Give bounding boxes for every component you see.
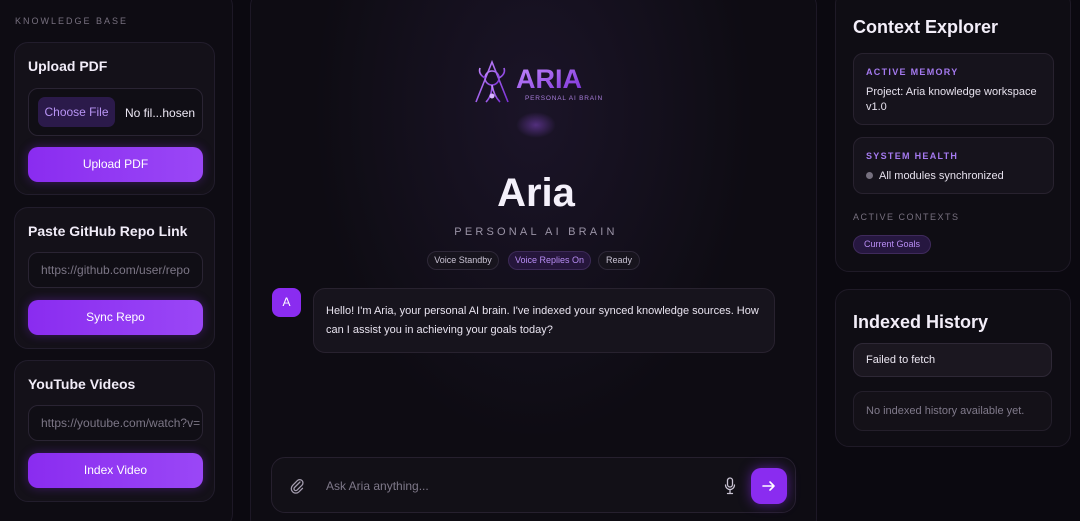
arrow-right-icon <box>762 481 775 491</box>
message-input[interactable]: Ask Aria anything... <box>326 458 429 514</box>
context-explorer-title: Context Explorer <box>853 17 999 37</box>
system-health-text: All modules synchronized <box>879 170 1004 182</box>
youtube-videos-card: YouTube Videos https://youtube.com/watch… <box>14 360 215 502</box>
file-picker[interactable]: Choose File No fil...hosen <box>28 88 203 136</box>
logo-glow <box>516 112 556 138</box>
ready-pill: Ready <box>598 251 640 270</box>
context-chip-current-goals[interactable]: Current Goals <box>853 235 932 254</box>
upload-pdf-title: Upload PDF <box>28 58 108 74</box>
youtube-videos-title: YouTube Videos <box>28 376 136 392</box>
send-button[interactable] <box>751 468 787 504</box>
indexed-history-title: Indexed History <box>853 312 989 332</box>
logo-tagline: PERSONAL AI BRAIN <box>525 95 603 102</box>
microphone-icon[interactable] <box>724 477 736 495</box>
youtube-url-input[interactable]: https://youtube.com/watch?v= <box>28 405 203 441</box>
voice-standby-pill: Voice Standby <box>427 251 499 270</box>
aria-logo: ARIA PERSONAL AI BRAIN <box>475 59 603 103</box>
app-root: KNOWLEDGE BASE Upload PDF Choose File No… <box>0 0 1080 521</box>
active-contexts-label: ACTIVE CONTEXTS <box>853 212 960 222</box>
sync-repo-button[interactable]: Sync Repo <box>28 300 203 335</box>
system-health-status: All modules synchronized <box>866 169 1046 184</box>
system-health-card: SYSTEM HEALTH All modules synchronized <box>853 137 1054 194</box>
selected-file-name: No fil...hosen <box>125 106 196 120</box>
active-memory-label: ACTIVE MEMORY <box>866 67 959 77</box>
choose-file-button[interactable]: Choose File <box>38 97 115 127</box>
knowledge-base-title: KNOWLEDGE BASE <box>15 16 129 26</box>
active-memory-text: Project: Aria knowledge workspace v1.0 <box>866 86 1037 113</box>
history-empty-state: No indexed history available yet. <box>853 391 1052 431</box>
indexed-history-panel: Indexed History Failed to fetch No index… <box>835 289 1071 447</box>
history-error-message: Failed to fetch <box>853 343 1052 377</box>
system-health-label: SYSTEM HEALTH <box>866 151 959 161</box>
index-video-button[interactable]: Index Video <box>28 453 203 488</box>
logo-wordmark: ARIA <box>516 64 582 94</box>
message-composer: Ask Aria anything... <box>271 457 796 513</box>
assistant-message: Hello! I'm Aria, your personal AI brain.… <box>313 288 775 353</box>
github-url-input[interactable]: https://github.com/user/repo <box>28 252 203 288</box>
paperclip-icon[interactable] <box>290 478 304 494</box>
status-dot-icon <box>866 172 873 179</box>
knowledge-base-sidebar: KNOWLEDGE BASE Upload PDF Choose File No… <box>0 0 233 521</box>
assistant-avatar: A <box>272 288 301 317</box>
active-memory-card: ACTIVE MEMORY Project: Aria knowledge wo… <box>853 53 1054 125</box>
context-explorer-panel: Context Explorer ACTIVE MEMORY Project: … <box>835 0 1071 272</box>
voice-replies-pill[interactable]: Voice Replies On <box>508 251 591 270</box>
